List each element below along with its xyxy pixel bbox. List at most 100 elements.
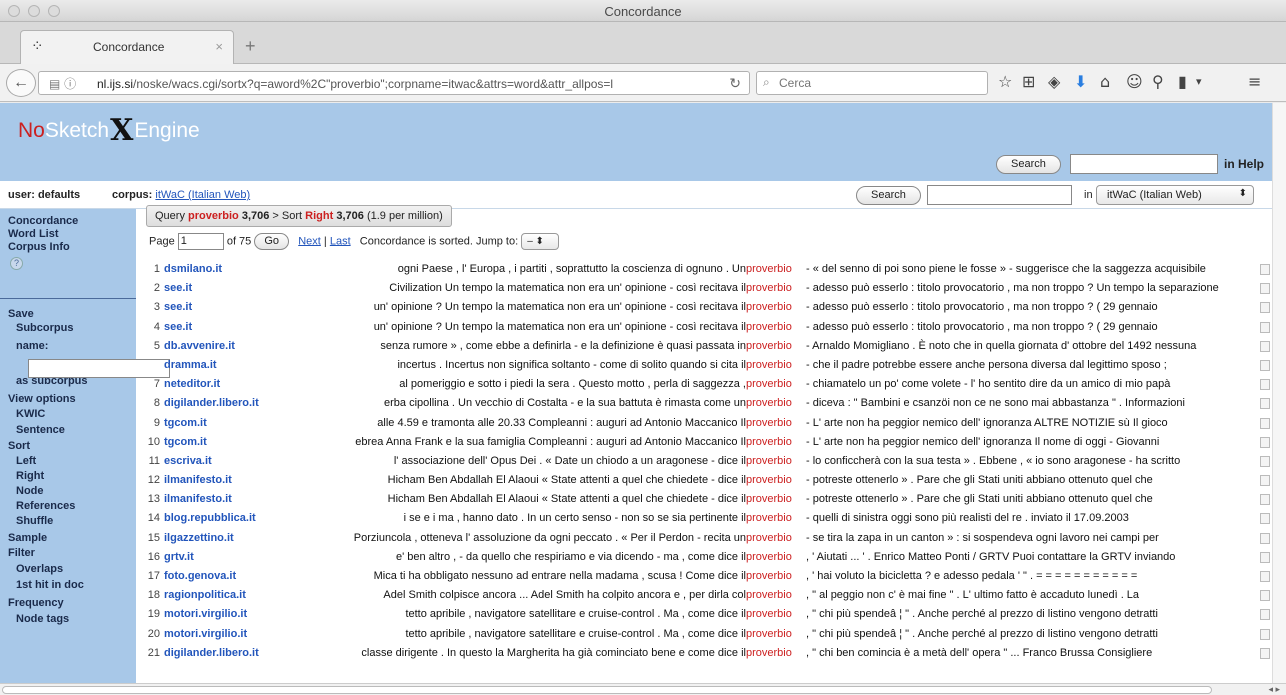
left-context[interactable]: alle 4.59 e tramonta alle 20.33 Complean… [377,414,746,433]
next-page-link[interactable]: Next [298,235,321,247]
row-reference-link[interactable]: grtv.it [164,548,194,567]
context-window-icon[interactable] [1260,628,1270,640]
sidebar-item-sort-node[interactable]: Node [16,485,44,497]
extension-icon[interactable]: ⚲ [1152,72,1164,91]
new-tab-button[interactable]: + [245,36,256,57]
context-window-icon[interactable] [1260,264,1270,275]
right-context[interactable]: - adesso può esserlo : titolo provocator… [806,318,1258,337]
right-context[interactable]: , " al peggio non c' è mai fine " . L' u… [806,586,1258,605]
hamburger-menu-icon[interactable]: ≡ [1248,72,1261,91]
context-window-icon[interactable] [1260,302,1270,314]
row-reference-link[interactable]: ilmanifesto.it [164,490,232,509]
horizontal-scrollbar[interactable]: ◂ ▸ [0,683,1286,695]
nosketch-engine-logo[interactable]: NoSketchXEngine [18,110,200,148]
row-reference-link[interactable]: motori.virgilio.it [164,625,247,644]
row-reference-link[interactable]: ragionpolitica.it [164,586,246,605]
back-button[interactable]: ← [6,69,36,97]
help-search-button[interactable]: Search [996,155,1061,174]
keyword-in-context[interactable]: proverbio [746,644,792,663]
clipboard-icon[interactable]: ▮ [1178,72,1187,91]
right-context[interactable]: - che il padre potrebbe essere anche per… [806,356,1258,375]
right-context[interactable]: - se tira la zapa in un canton » : si so… [806,529,1258,548]
corpus-search-button[interactable]: Search [856,186,921,205]
left-context[interactable]: i se e i ma , hanno dato . In un certo s… [404,509,746,528]
sidebar-item-sentence[interactable]: Sentence [16,424,65,436]
sidebar-item-shuffle[interactable]: Shuffle [16,515,53,527]
chevron-down-icon[interactable]: ▾ [1196,75,1202,88]
left-context[interactable]: ogni Paese , l' Europa , i partiti , sop… [398,260,746,279]
row-reference-link[interactable]: escriva.it [164,452,212,471]
sidebar-item-filter[interactable]: Filter [8,547,35,559]
left-context[interactable]: Hicham Ben Abdallah El Alaoui « State at… [388,471,746,490]
corpus-select[interactable]: itWaC (Italian Web) ⬍ [1096,185,1254,205]
keyword-in-context[interactable]: proverbio [746,414,792,433]
keyword-in-context[interactable]: proverbio [746,260,792,279]
sidebar-item-overlaps[interactable]: Overlaps [16,563,63,575]
chat-icon[interactable]: ☺ [1126,72,1143,91]
sidebar-item-sort-left[interactable]: Left [16,455,36,467]
row-reference-link[interactable]: dsmilano.it [164,260,222,279]
row-reference-link[interactable]: tgcom.it [164,433,207,452]
tab-concordance[interactable]: ⁘ Concordance × [20,30,234,64]
left-context[interactable]: erba cipollina . Un vecchio di Costalta … [384,394,746,413]
sidebar-item-first-hit[interactable]: 1st hit in doc [16,579,84,591]
keyword-in-context[interactable]: proverbio [746,394,792,413]
sidebar-item-concordance[interactable]: Concordance [8,215,78,227]
sidebar-item-save[interactable]: Save [8,308,34,320]
keyword-in-context[interactable]: proverbio [746,356,792,375]
right-context[interactable]: , " chi ben comincia è a metà dell' oper… [806,644,1258,663]
keyword-in-context[interactable]: proverbio [746,433,792,452]
context-window-icon[interactable] [1260,436,1270,448]
row-reference-link[interactable]: see.it [164,318,192,337]
keyword-in-context[interactable]: proverbio [746,586,792,605]
keyword-in-context[interactable]: proverbio [746,318,792,337]
left-context[interactable]: e' ben altro , - da quello che respiriam… [396,548,746,567]
sidebar-item-node-tags[interactable]: Node tags [16,613,69,625]
keyword-in-context[interactable]: proverbio [746,529,792,548]
keyword-in-context[interactable]: proverbio [746,490,792,509]
context-window-icon[interactable] [1260,283,1270,295]
keyword-in-context[interactable]: proverbio [746,567,792,586]
context-window-icon[interactable] [1260,340,1270,352]
context-window-icon[interactable] [1260,321,1270,333]
right-context[interactable]: , " chi più spendeâ ¦ " . Anche perché a… [806,625,1258,644]
sidebar-item-sort-right[interactable]: Right [16,470,44,482]
row-reference-link[interactable]: tgcom.it [164,414,207,433]
downloads-icon[interactable]: ⬇ [1074,72,1087,91]
row-reference-link[interactable]: digilander.libero.it [164,644,259,663]
browser-search-box[interactable]: ⌕ [756,71,988,95]
row-reference-link[interactable]: see.it [164,298,192,317]
left-context[interactable]: Mica ti ha obbligato nessuno ad entrare … [374,567,746,586]
context-window-icon[interactable] [1260,494,1270,506]
help-search-input[interactable] [1070,154,1218,174]
context-window-icon[interactable] [1260,417,1270,429]
page-info-icon[interactable]: ▤ ⓘ [49,75,76,92]
context-window-icon[interactable] [1260,609,1270,621]
reload-icon[interactable]: ↻ [729,75,741,92]
sidebar-item-sort[interactable]: Sort [8,440,30,452]
row-reference-link[interactable]: foto.genova.it [164,567,236,586]
context-window-icon[interactable] [1260,359,1270,371]
sidebar-item-corpus-info[interactable]: Corpus Info [8,241,70,253]
context-window-icon[interactable] [1260,513,1270,525]
context-window-icon[interactable] [1260,475,1270,487]
context-window-icon[interactable] [1260,532,1270,544]
sidebar-item-references[interactable]: References [16,500,75,512]
keyword-in-context[interactable]: proverbio [746,279,792,298]
sidebar-item-view-options[interactable]: View options [8,393,76,405]
horizontal-scroll-thumb[interactable] [2,686,1212,694]
corpus-link[interactable]: itWaC (Italian Web) [155,189,250,201]
keyword-in-context[interactable]: proverbio [746,509,792,528]
sidebar-item-frequency[interactable]: Frequency [8,597,64,609]
right-context[interactable]: - adesso può esserlo : titolo provocator… [806,298,1258,317]
sidebar-item-kwic[interactable]: KWIC [16,408,45,420]
right-context[interactable]: - potreste ottenerlo » . Pare che gli St… [806,471,1258,490]
corpus-search-input[interactable] [927,185,1072,205]
row-reference-link[interactable]: blog.repubblica.it [164,509,256,528]
url-text[interactable]: nl.ijs.si/noske/wacs.cgi/sortx?q=aword%2… [97,77,707,91]
left-context[interactable]: l' associazione dell' Opus Dei . « Date … [394,452,746,471]
right-context[interactable]: - « del senno di poi sono piene le fosse… [806,260,1258,279]
keyword-in-context[interactable]: proverbio [746,298,792,317]
last-page-link[interactable]: Last [330,235,351,247]
context-window-icon[interactable] [1260,590,1270,602]
